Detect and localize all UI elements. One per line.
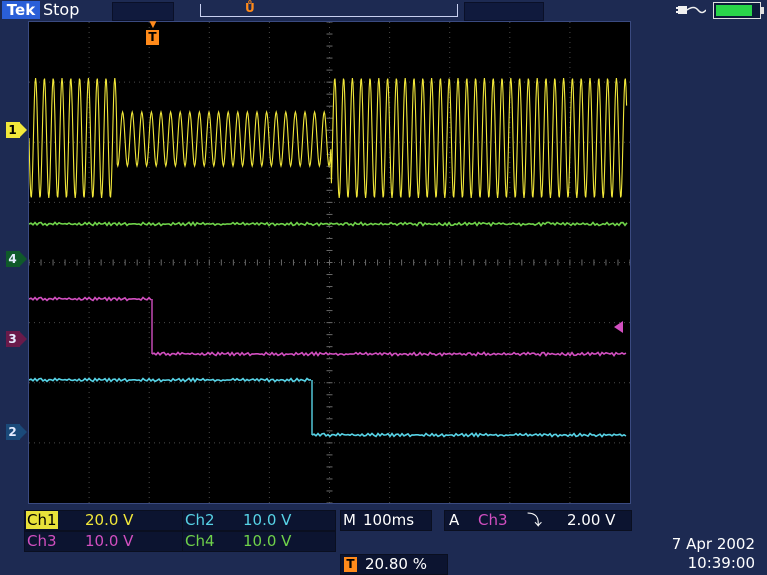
acquisition-status: Stop	[43, 0, 80, 19]
trigger-readout[interactable]: A Ch3 ⤵ 2.00 V	[444, 510, 632, 531]
timebase-prefix: M	[343, 511, 356, 529]
date-readout: 7 Apr 2002	[671, 535, 755, 553]
ch4-ground-marker[interactable]: 4	[6, 251, 27, 267]
waveform-display	[28, 21, 631, 504]
ac-plug-icon	[676, 3, 707, 17]
trigger-icon: T	[344, 557, 357, 572]
ch2-scale: 10.0 V	[243, 511, 292, 529]
ch3-ground-marker[interactable]: 3	[6, 331, 27, 347]
ch3-label: Ch3	[27, 532, 57, 550]
ch1-readout[interactable]: Ch1 20.0 V	[24, 510, 184, 531]
ch2-trace-low	[311, 431, 627, 438]
ch3-scale: 10.0 V	[85, 532, 134, 550]
waveform-graticule	[28, 21, 631, 504]
ch4-readout[interactable]: Ch4 10.0 V	[182, 531, 336, 552]
top-readout-box-1	[112, 2, 174, 21]
timebase-readout[interactable]: M 100ms	[340, 510, 432, 531]
ch2-label: Ch2	[185, 511, 215, 529]
trigger-level-marker[interactable]	[614, 321, 623, 333]
ch1-ground-marker[interactable]: 1	[6, 122, 27, 138]
ch4-trace	[28, 220, 628, 227]
falling-edge-icon: ⤵	[527, 511, 543, 529]
ch1-scale: 20.0 V	[85, 511, 134, 529]
ch2-readout[interactable]: Ch2 10.0 V	[182, 510, 336, 531]
trigger-position-readout[interactable]: T 20.80 %	[340, 554, 448, 575]
ch1-label: Ch1	[26, 511, 58, 529]
trigger-position-value: 20.80 %	[365, 555, 427, 573]
timebase-value: 100ms	[363, 511, 415, 529]
ch1-trace	[28, 77, 628, 199]
trigger-level: 2.00 V	[567, 511, 616, 529]
tek-logo: Tek	[2, 1, 40, 19]
record-trigger-position-marker: Ů	[245, 1, 255, 15]
ch3-readout[interactable]: Ch3 10.0 V	[24, 531, 184, 552]
ch2-ground-marker[interactable]: 2	[6, 424, 27, 440]
battery-icon	[713, 2, 764, 19]
trigger-source: Ch3	[478, 511, 508, 529]
ch3-trace-low	[151, 350, 627, 357]
time-readout: 10:39:00	[687, 554, 755, 572]
trigger-prefix: A	[449, 511, 460, 529]
trigger-time-marker[interactable]: ▼ T	[145, 21, 161, 45]
ch3-trace-high	[28, 296, 152, 302]
top-readout-box-2	[464, 2, 544, 21]
ch4-label: Ch4	[185, 532, 215, 550]
ch2-trace-high	[28, 376, 312, 383]
record-position-bar	[200, 4, 458, 17]
ch4-scale: 10.0 V	[243, 532, 292, 550]
